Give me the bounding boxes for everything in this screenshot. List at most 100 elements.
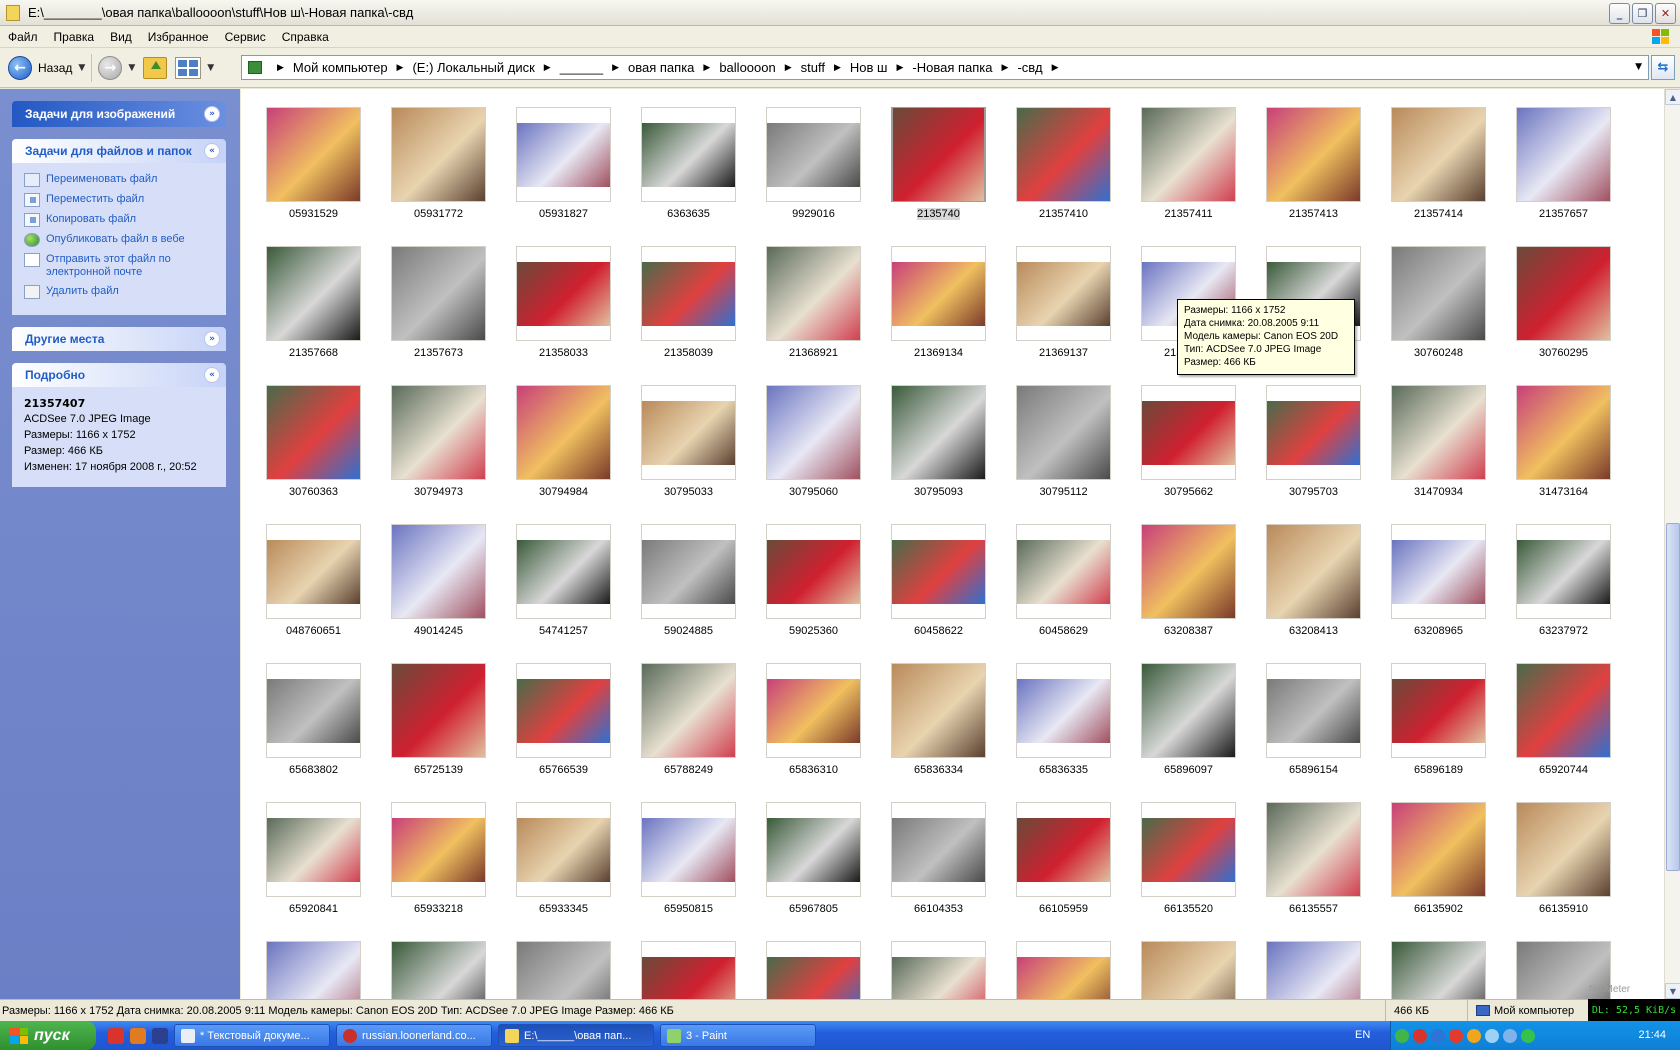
thumbnail-item[interactable]	[1001, 941, 1126, 999]
thumbnail-item[interactable]: 66135902	[1376, 802, 1501, 941]
antivirus-icon[interactable]	[1413, 1028, 1427, 1043]
thumbnail-item[interactable]: 65920744	[1501, 663, 1626, 802]
scroll-thumb[interactable]	[1666, 523, 1680, 871]
taskbar-button-explorer[interactable]: E:\______\овая пап...	[498, 1024, 654, 1047]
thumbnail-item[interactable]: 21358039	[626, 246, 751, 385]
thumbnail-item[interactable]: 65788249	[626, 663, 751, 802]
thumbnail-item[interactable]: 21357657	[1501, 107, 1626, 246]
opera-icon[interactable]	[108, 1027, 124, 1044]
thumbnail-item[interactable]: 21357668	[251, 246, 376, 385]
collapse-icon[interactable]: «	[204, 143, 220, 159]
collapse-icon[interactable]: «	[204, 367, 220, 383]
task-copy[interactable]: Копировать файл	[24, 213, 214, 227]
other-places-header[interactable]: Другие места »	[12, 327, 226, 351]
chevron-right-icon[interactable]: ▶	[544, 63, 551, 73]
thumbnail-item[interactable]	[1376, 941, 1501, 999]
thumbnail-item[interactable]: 65896154	[1251, 663, 1376, 802]
thumbnail-item[interactable]: 65836335	[1001, 663, 1126, 802]
thumbnail-item[interactable]: 31470934	[1376, 385, 1501, 524]
language-indicator[interactable]: EN	[1355, 1029, 1370, 1041]
crumb-new-folder-2[interactable]: -Новая папка	[912, 60, 992, 75]
thumbnail-item[interactable]: 6363635	[626, 107, 751, 246]
thumbnail-item[interactable]: 30795112	[1001, 385, 1126, 524]
thumbnail-item[interactable]: 31473164	[1501, 385, 1626, 524]
expand-icon[interactable]: »	[204, 331, 220, 347]
chevron-right-icon[interactable]: ▶	[397, 63, 404, 73]
chevron-right-icon[interactable]: ▶	[277, 63, 284, 73]
minimize-button[interactable]: _	[1609, 3, 1630, 24]
save-icon[interactable]	[152, 1027, 168, 1044]
volume-icon[interactable]	[1503, 1028, 1517, 1043]
monitor-icon[interactable]	[1485, 1028, 1499, 1043]
drive-icon[interactable]	[1467, 1028, 1481, 1043]
thumbnail-item[interactable]	[876, 941, 1001, 999]
thumbnail-item[interactable]: 63208413	[1251, 524, 1376, 663]
thumbnail-item[interactable]: 66104353	[876, 802, 1001, 941]
crumb-my-computer[interactable]: Мой компьютер	[293, 60, 388, 75]
thumbnail-item[interactable]	[626, 941, 751, 999]
start-button[interactable]: пуск	[0, 1021, 96, 1050]
thumbnail-item[interactable]	[1251, 941, 1376, 999]
forward-button[interactable]: →	[98, 55, 123, 80]
safely-remove-icon[interactable]	[1521, 1028, 1535, 1043]
thumbnail-item[interactable]: 66105959	[1001, 802, 1126, 941]
taskbar-button-notepad[interactable]: * Текстовый докуме...	[174, 1024, 330, 1047]
thumbnail-item[interactable]: 21357673	[376, 246, 501, 385]
chevron-right-icon[interactable]: ▶	[703, 63, 710, 73]
network-icon[interactable]	[1395, 1028, 1409, 1043]
thumbnail-item[interactable]	[376, 941, 501, 999]
thumbnail-item[interactable]: 60458629	[1001, 524, 1126, 663]
thumbnail-item[interactable]: 65766539	[501, 663, 626, 802]
thumbnail-item[interactable]: 21368921	[751, 246, 876, 385]
details-header[interactable]: Подробно «	[12, 363, 226, 387]
crumb-svd[interactable]: -свд	[1017, 60, 1042, 75]
crumb-local-disk[interactable]: (E:) Локальный диск	[412, 60, 534, 75]
file-view[interactable]: 05931529 05931772 05931827 6363635 9929016 21…	[241, 89, 1664, 999]
clock[interactable]: 21:44	[1638, 1029, 1666, 1041]
menu-help[interactable]: Справка	[274, 30, 337, 44]
crumb-blank-folder[interactable]: ______	[560, 60, 603, 75]
vertical-scrollbar[interactable]: ▲ ▼	[1664, 89, 1680, 999]
thumbnail-item[interactable]: 30795060	[751, 385, 876, 524]
thumbnail-item[interactable]: 30795662	[1126, 385, 1251, 524]
chevron-right-icon[interactable]: ▶	[785, 63, 792, 73]
thumbnail-item[interactable]: 21357413	[1251, 107, 1376, 246]
chevron-right-icon[interactable]: ▶	[834, 63, 841, 73]
thumbnail-item[interactable]: 048760651	[251, 524, 376, 663]
task-move[interactable]: Переместить файл	[24, 193, 214, 207]
thumbnail-item[interactable]: 30795033	[626, 385, 751, 524]
views-button[interactable]	[175, 56, 202, 79]
task-rename[interactable]: Переименовать файл	[24, 173, 214, 187]
thumbnail-item[interactable]	[501, 941, 626, 999]
forward-dropdown-icon[interactable]: ▼	[128, 63, 135, 73]
maximize-button[interactable]: ❐	[1632, 3, 1653, 24]
thumbnail-item[interactable]: 21358033	[501, 246, 626, 385]
menu-file[interactable]: Файл	[0, 30, 46, 44]
crumb-stuff[interactable]: stuff	[801, 60, 825, 75]
chevron-right-icon[interactable]: ▶	[896, 63, 903, 73]
thumbnail-item[interactable]: 65967805	[751, 802, 876, 941]
thumbnail-item[interactable]: 05931529	[251, 107, 376, 246]
thumbnail-item[interactable]: 65920841	[251, 802, 376, 941]
thumbnail-item[interactable]: 30795093	[876, 385, 1001, 524]
thumbnail-item[interactable]: 65683802	[251, 663, 376, 802]
thumbnail-item[interactable]: 30795703	[1251, 385, 1376, 524]
thumbnail-item[interactable]: 65950815	[626, 802, 751, 941]
task-delete[interactable]: Удалить файл	[24, 285, 214, 299]
menu-edit[interactable]: Правка	[46, 30, 103, 44]
thumbnail-item[interactable]: 2135740	[876, 107, 1001, 246]
thumbnail-item[interactable]: 66135520	[1126, 802, 1251, 941]
chevron-right-icon[interactable]: ▶	[1052, 63, 1059, 73]
address-dropdown-icon[interactable]: ▼	[1635, 62, 1642, 72]
taskbar-button-paint[interactable]: 3 - Paint	[660, 1024, 816, 1047]
image-tasks-header[interactable]: Задачи для изображений »	[12, 101, 226, 127]
task-email[interactable]: Отправить этот файл по электронной почте	[24, 253, 214, 279]
thumbnail-item[interactable]: 65836310	[751, 663, 876, 802]
thumbnail-item[interactable]	[751, 941, 876, 999]
thumbnail-item[interactable]: 30760363	[251, 385, 376, 524]
thumbnail-item[interactable]: 66135910	[1501, 802, 1626, 941]
thumbnail-item[interactable]: 21357411	[1126, 107, 1251, 246]
back-button[interactable]: ← Назад ▼	[8, 55, 85, 80]
chevron-right-icon[interactable]: ▶	[1002, 63, 1009, 73]
back-dropdown-icon[interactable]: ▼	[78, 63, 85, 73]
